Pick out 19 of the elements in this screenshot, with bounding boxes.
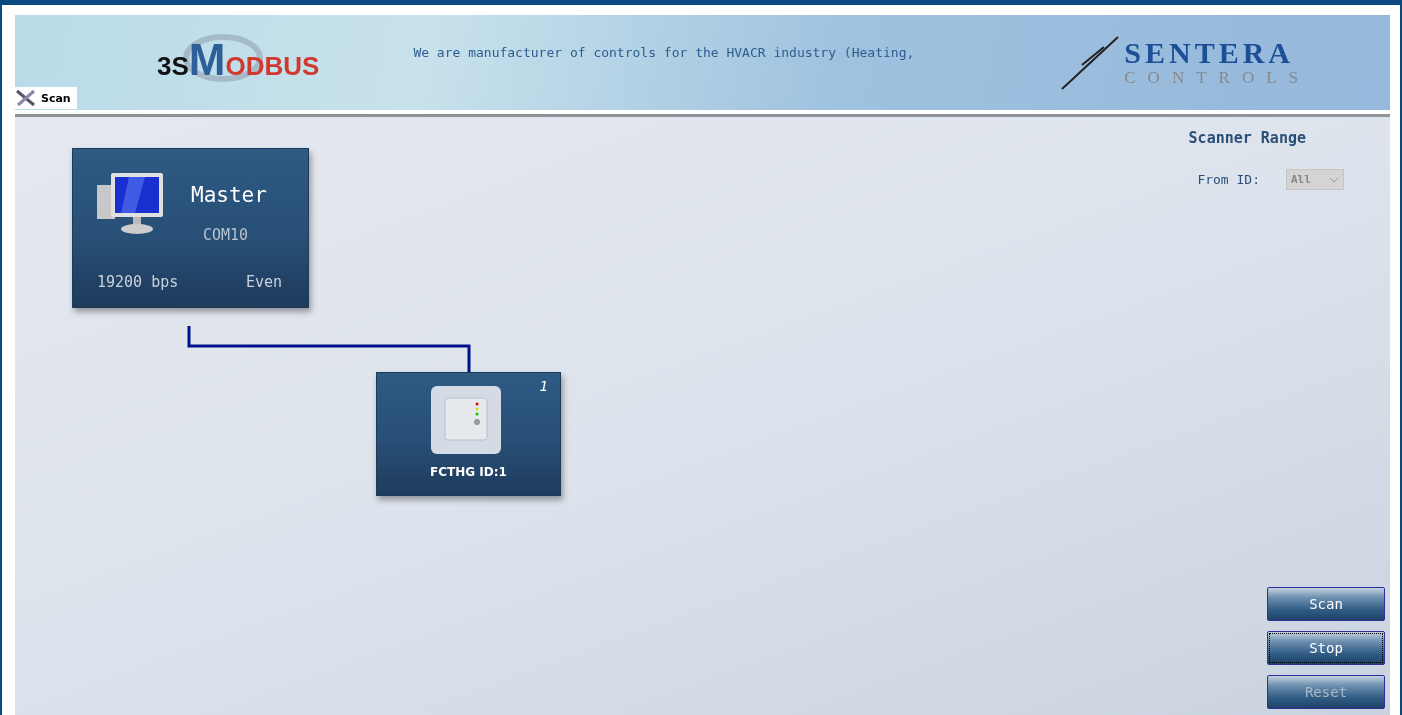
device-card[interactable]: 1 FCTHG ID:1 xyxy=(376,372,561,496)
chevron-down-icon xyxy=(1329,176,1339,183)
scanner-range-title: Scanner Range xyxy=(1188,129,1306,147)
master-card[interactable]: Master COM10 19200 bps Even xyxy=(72,148,309,308)
tagline-text: We are manufacturer of controls for the HVACR industry (Heating, xyxy=(413,45,915,60)
thermostat-icon xyxy=(430,385,502,455)
baud-rate: 19200 bps xyxy=(97,273,179,291)
from-id-label: From ID: xyxy=(1197,172,1260,187)
device-name: FCTHG ID:1 xyxy=(429,465,508,479)
action-button[interactable]: Stop xyxy=(1267,631,1385,665)
tools-icon xyxy=(15,89,37,107)
master-title: Master xyxy=(191,183,267,207)
port-label: COM10 xyxy=(203,226,249,244)
scan-tab[interactable]: Scan xyxy=(15,87,77,109)
device-number: 1 xyxy=(539,378,548,394)
modbus-logo: 3SMODBUS xyxy=(156,32,321,86)
action-button[interactable]: Scan xyxy=(1267,587,1385,621)
sentera-logo: SENTERA CONTROLS xyxy=(1060,34,1310,91)
parity-label: Even xyxy=(245,273,282,291)
